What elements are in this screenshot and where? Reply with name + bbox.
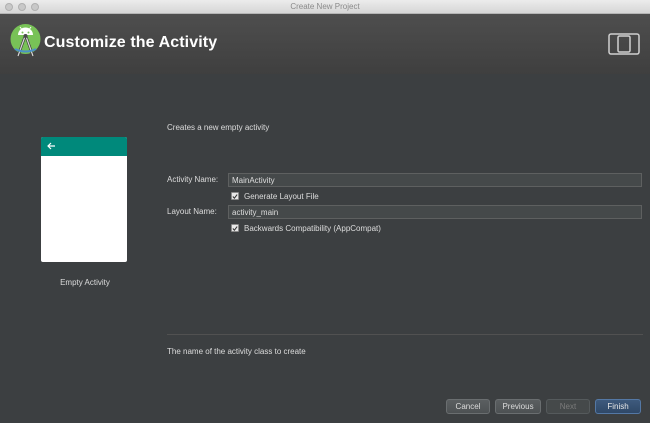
preview-toolbar bbox=[41, 137, 127, 156]
template-name: Empty Activity bbox=[60, 278, 110, 287]
wizard-header: Customize the Activity bbox=[0, 14, 650, 74]
template-description: Creates a new empty activity bbox=[167, 123, 270, 132]
generate-layout-checkbox-row[interactable]: Generate Layout File bbox=[231, 190, 319, 202]
activity-name-input[interactable] bbox=[228, 173, 642, 187]
generate-layout-checkbox[interactable] bbox=[231, 192, 239, 200]
field-hint: The name of the activity class to create bbox=[167, 347, 306, 356]
tablet-phone-icon bbox=[608, 33, 640, 55]
previous-button[interactable]: Previous bbox=[495, 399, 541, 414]
layout-name-input[interactable] bbox=[228, 205, 642, 219]
window-titlebar: Create New Project bbox=[0, 0, 650, 14]
backwards-compat-checkbox[interactable] bbox=[231, 224, 239, 232]
page-title: Customize the Activity bbox=[44, 34, 218, 51]
checkmark-icon bbox=[232, 193, 238, 199]
next-button[interactable]: Next bbox=[546, 399, 590, 414]
cancel-button[interactable]: Cancel bbox=[446, 399, 490, 414]
finish-button[interactable]: Finish bbox=[595, 399, 641, 414]
generate-layout-label: Generate Layout File bbox=[244, 191, 319, 201]
checkmark-icon bbox=[232, 225, 238, 231]
backwards-compat-label: Backwards Compatibility (AppCompat) bbox=[244, 223, 381, 233]
window-title: Create New Project bbox=[290, 2, 360, 11]
activity-name-label: Activity Name: bbox=[167, 175, 219, 184]
backwards-compat-checkbox-row[interactable]: Backwards Compatibility (AppCompat) bbox=[231, 222, 381, 234]
divider bbox=[167, 334, 643, 335]
layout-name-label: Layout Name: bbox=[167, 207, 217, 216]
activity-template-preview bbox=[41, 137, 127, 262]
android-studio-icon bbox=[10, 24, 41, 57]
back-arrow-icon bbox=[47, 142, 55, 150]
